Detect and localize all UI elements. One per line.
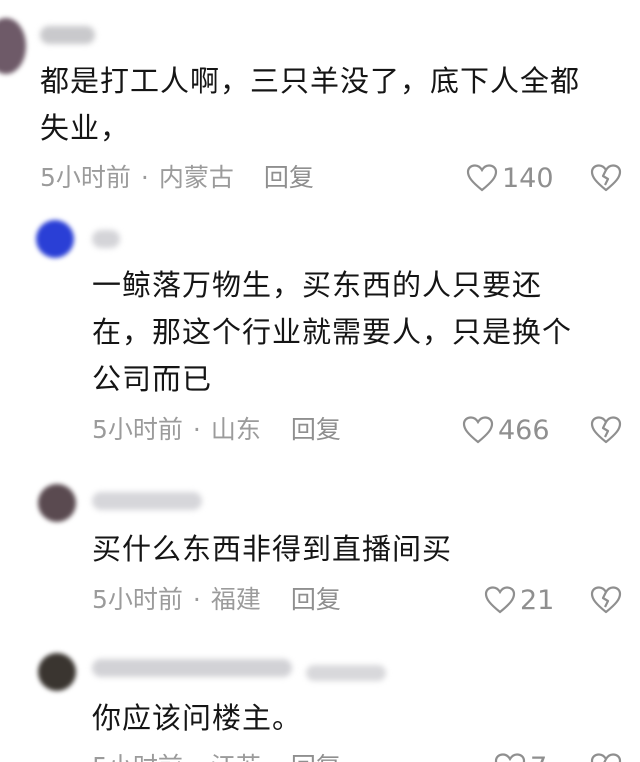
location: 福建 (210, 585, 261, 614)
comment-text: 你应该问楼主。 (92, 695, 632, 742)
comment-text-line: 一鲸落万物生，买东西的人只要还 (92, 268, 543, 302)
like-count: 466 (498, 414, 550, 446)
heart-outline-icon (462, 416, 494, 444)
reply-button[interactable]: 回复 (291, 585, 341, 614)
like-button[interactable]: 466 (462, 410, 550, 450)
separator: · (192, 415, 201, 444)
username-blurred[interactable] (92, 230, 120, 248)
comment-text-line: 失业， (40, 111, 131, 145)
comment-meta: 5小时前 · 福建 回复 (92, 580, 341, 620)
username-blurred[interactable] (92, 492, 202, 510)
comment-text-line: 公司而已 (92, 362, 213, 396)
comment-meta: 5小时前 · 山东 回复 (92, 410, 341, 450)
separator: · (192, 585, 201, 614)
comment-text: 一鲸落万物生，买东西的人只要还 在，那这个行业就需要人，只是换个 公司而已 (92, 262, 632, 403)
avatar[interactable] (0, 18, 26, 74)
like-count: 7 (530, 752, 547, 762)
broken-heart-icon[interactable] (590, 752, 622, 762)
comment-text-line: 你应该问楼主。 (92, 701, 303, 735)
comment-1: 都是打工人啊，三只羊没了，底下人全都 失业， 5小时前 · 内蒙古 回复 140 (0, 0, 640, 200)
location: 山东 (210, 415, 261, 444)
avatar[interactable] (38, 484, 76, 522)
comment-text-line: 买什么东西非得到直播间买 (92, 532, 453, 566)
separator: · (140, 163, 149, 192)
avatar[interactable] (38, 653, 76, 691)
timestamp: 5小时前 (92, 752, 183, 762)
like-button[interactable]: 140 (466, 158, 554, 198)
broken-heart-icon[interactable] (590, 163, 622, 193)
heart-outline-icon (466, 164, 498, 192)
like-button[interactable]: 21 (484, 580, 554, 620)
reply-button[interactable]: 回复 (264, 163, 314, 192)
user-badge-blurred (306, 665, 386, 681)
location: 内蒙古 (158, 163, 234, 192)
avatar[interactable] (36, 220, 74, 258)
comment-text-line: 都是打工人啊，三只羊没了，底下人全都 (40, 64, 581, 98)
comment-text-line: 在，那这个行业就需要人，只是换个 (92, 315, 573, 349)
reply-button[interactable]: 回复 (291, 415, 341, 444)
timestamp: 5小时前 (40, 163, 131, 192)
location: 江苏 (211, 752, 261, 762)
heart-outline-icon (484, 586, 516, 614)
broken-heart-icon[interactable] (590, 585, 622, 615)
username-blurred[interactable] (92, 659, 292, 677)
comment-meta: 5小时前 · 内蒙古 回复 (40, 158, 314, 198)
heart-outline-icon (494, 753, 526, 762)
like-button[interactable]: 7 (494, 747, 547, 762)
comment-2: 一鲸落万物生，买东西的人只要还 在，那这个行业就需要人，只是换个 公司而已 5小… (0, 200, 640, 462)
reply-button[interactable]: 回复 (291, 752, 341, 762)
comment-text: 都是打工人啊，三只羊没了，底下人全都 失业， (40, 58, 630, 152)
like-count: 21 (520, 584, 555, 616)
comment-text: 买什么东西非得到直播间买 (92, 526, 632, 573)
username-blurred[interactable] (40, 26, 95, 44)
timestamp: 5小时前 (92, 415, 183, 444)
timestamp: 5小时前 (92, 585, 183, 614)
comment-4: 你应该问楼主。 5小时前 · 江苏 回复 7 (0, 637, 640, 762)
broken-heart-icon[interactable] (590, 415, 622, 445)
like-count: 140 (502, 162, 554, 194)
comment-3: 买什么东西非得到直播间买 5小时前 · 福建 回复 21 (0, 462, 640, 637)
separator: · (193, 752, 201, 762)
comment-meta: 5小时前 · 江苏 回复 (92, 747, 341, 762)
